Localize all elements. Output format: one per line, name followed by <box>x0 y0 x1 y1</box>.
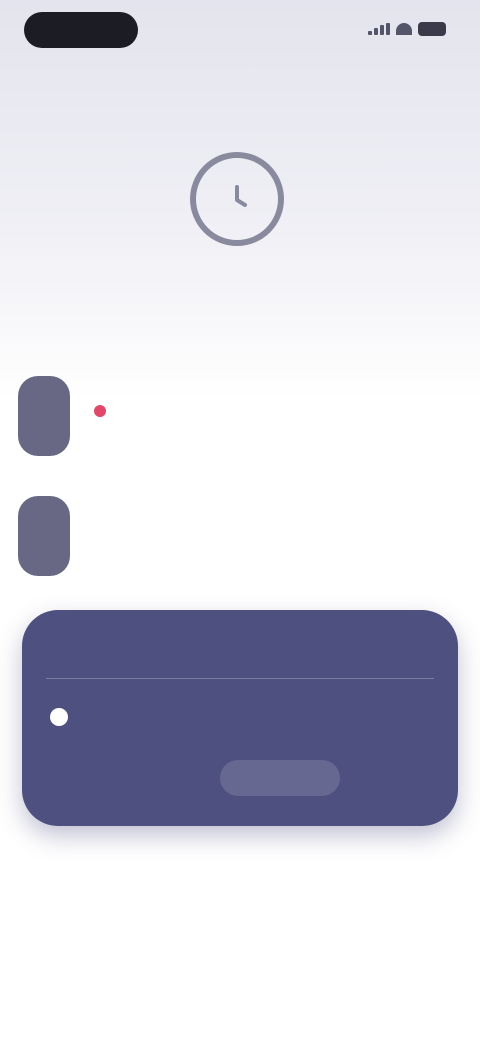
status-bar <box>0 0 480 60</box>
card-divider <box>46 678 434 679</box>
option-avatar <box>18 496 70 576</box>
option-item-2[interactable] <box>18 496 450 576</box>
notification-dot-icon <box>94 405 106 417</box>
signal-icon <box>368 23 390 35</box>
summary-card <box>22 610 458 826</box>
status-time-pill <box>24 12 138 48</box>
option-title <box>86 405 106 417</box>
option-avatar <box>18 376 70 456</box>
check-circle-icon[interactable] <box>50 708 68 726</box>
card-action-button[interactable] <box>220 760 340 796</box>
option-text <box>86 405 106 427</box>
wifi-icon <box>396 23 412 35</box>
status-icons <box>368 22 446 36</box>
battery-icon <box>418 22 446 36</box>
footer-link[interactable] <box>180 934 300 964</box>
clock-icon <box>190 152 284 246</box>
option-item-1[interactable] <box>18 376 450 456</box>
